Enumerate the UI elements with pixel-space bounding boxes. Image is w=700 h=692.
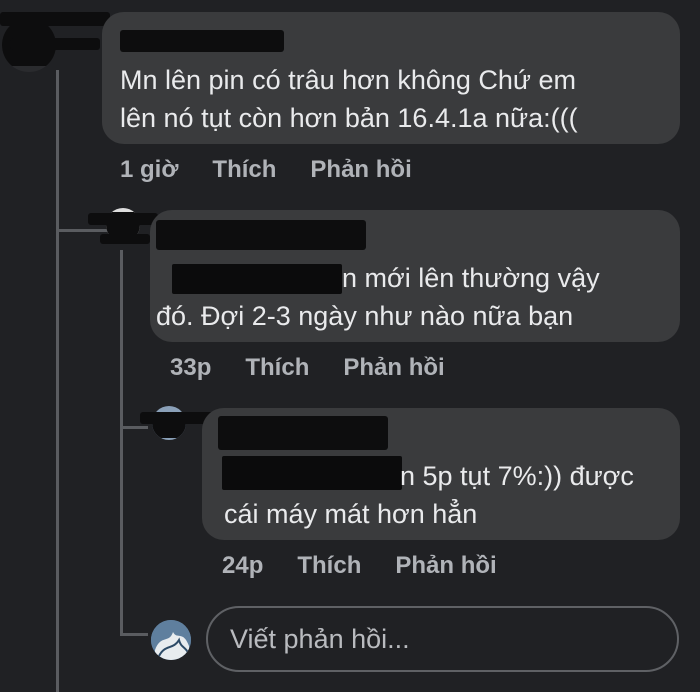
current-user-avatar [151, 620, 191, 660]
reply-2-text-line-1: n 5p tụt 7%:)) được [400, 456, 634, 496]
thread-line-branch-3 [120, 633, 148, 636]
redaction [88, 213, 158, 225]
reply-1-text-suffix: n mới lên thường vậy [342, 263, 600, 293]
commenter-name-redacted[interactable] [120, 30, 284, 52]
redaction [100, 234, 150, 244]
reply-1-text-line-1: n mới lên thường vậy [342, 258, 600, 298]
reply-button[interactable]: Phản hồi [310, 156, 411, 184]
reply-1-name-redacted[interactable] [156, 220, 366, 250]
reply-2-actions: 24p Thích Phản hồi [222, 552, 497, 580]
comment-text-line-1: Mn lên pin có trâu hơn không Chứ em [120, 65, 577, 95]
like-button[interactable]: Thích [212, 156, 276, 184]
reply-2-text-suffix: n 5p tụt 7%:)) được [400, 461, 634, 491]
reply-2-mention-redacted[interactable] [222, 456, 402, 490]
comment-time: 1 giờ [120, 156, 179, 183]
comment-text-line-2: lên nó tụt còn hơn bản 16.4.1a nữa:((( [120, 103, 578, 133]
reply-2-name-redacted[interactable] [218, 416, 388, 450]
thread-line-branch-2 [120, 426, 148, 429]
redaction [10, 38, 100, 50]
reply-1-reply-button[interactable]: Phản hồi [343, 354, 444, 382]
comment-actions: 1 giờ Thích Phản hồi [120, 156, 412, 184]
reply-2-like-button[interactable]: Thích [297, 552, 361, 580]
reply-1-like-button[interactable]: Thích [245, 354, 309, 382]
reply-input[interactable] [206, 606, 679, 672]
reply-1-actions: 33p Thích Phản hồi [170, 354, 445, 382]
thread-line-main [56, 70, 59, 692]
reply-2-time: 24p [222, 552, 264, 579]
comment-bubble: Mn lên pin có trâu hơn không Chứ em lên … [102, 12, 680, 144]
reply-1-time: 33p [170, 354, 212, 381]
reply-2-bubble: n 5p tụt 7%:)) được cái máy mát hơn hẳn [202, 408, 680, 540]
reply-1-mention-redacted[interactable] [172, 264, 342, 294]
reply-1-bubble: n mới lên thường vậy đó. Đợi 2-3 ngày nh… [150, 210, 680, 342]
thread-line-sub [120, 250, 123, 635]
reply-1-text-line-2: đó. Đợi 2-3 ngày như nào nữa bạn [156, 301, 574, 331]
reply-2-text-line-2: cái máy mát hơn hẳn [224, 499, 478, 529]
redaction [0, 12, 110, 26]
reply-2-reply-button[interactable]: Phản hồi [395, 552, 496, 580]
user-avatar-icon [151, 620, 191, 660]
